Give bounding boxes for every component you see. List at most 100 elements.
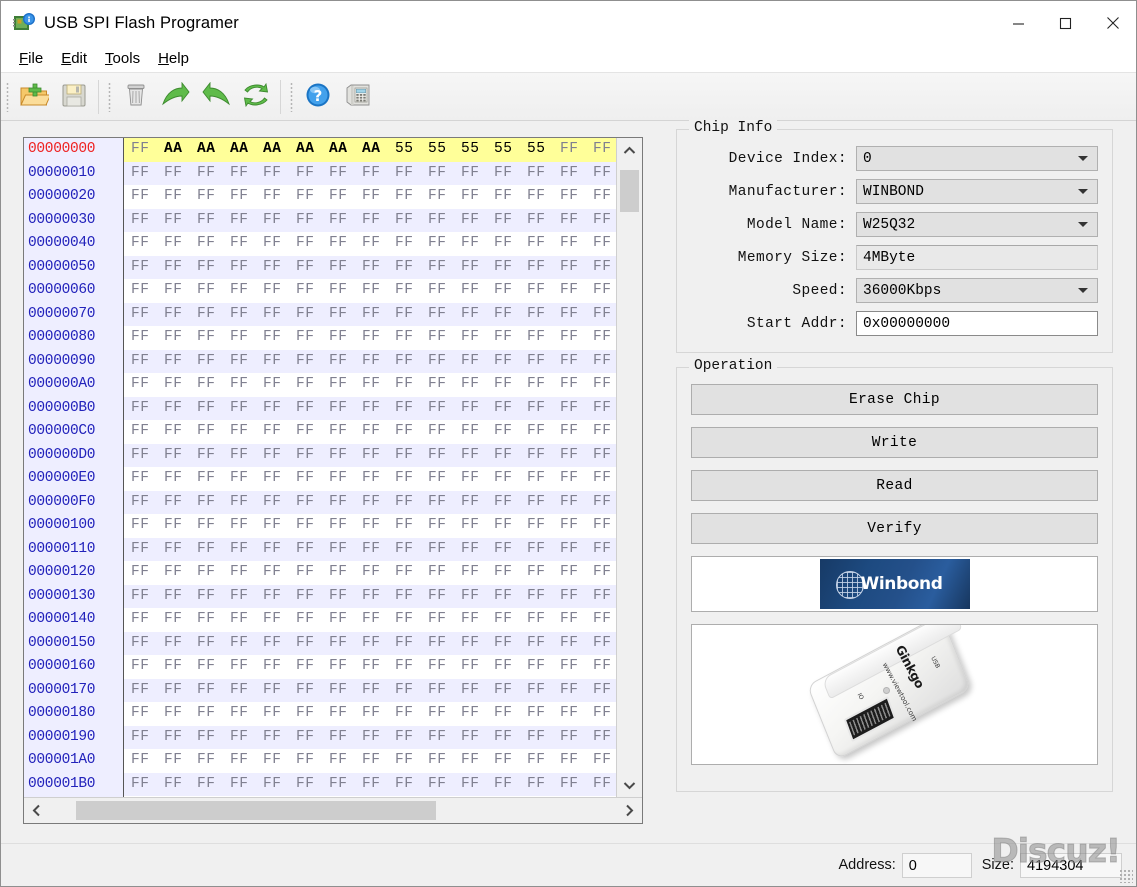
hex-byte[interactable]: FF <box>197 749 230 773</box>
hex-byte[interactable]: FF <box>329 420 362 444</box>
hex-byte[interactable]: FF <box>131 373 164 397</box>
hex-byte[interactable]: FF <box>197 608 230 632</box>
hex-byte[interactable]: FF <box>362 538 395 562</box>
hex-byte[interactable]: FF <box>164 491 197 515</box>
hex-byte[interactable]: FF <box>494 397 527 421</box>
hex-byte[interactable]: FF <box>593 326 616 350</box>
hex-byte[interactable]: FF <box>131 467 164 491</box>
hex-row-bytes[interactable]: FFFFFFFFFFFFFFFFFFFFFFFFFFFFFF <box>124 678 616 703</box>
hex-byte[interactable]: FF <box>428 585 461 609</box>
hex-byte[interactable]: FF <box>197 632 230 656</box>
hex-byte[interactable]: FF <box>527 420 560 444</box>
hex-byte[interactable]: FF <box>230 326 263 350</box>
hex-byte[interactable]: FF <box>527 585 560 609</box>
hex-byte[interactable]: FF <box>593 679 616 703</box>
hex-byte[interactable]: FF <box>395 162 428 186</box>
hex-byte[interactable]: FF <box>296 162 329 186</box>
hex-byte[interactable]: FF <box>329 749 362 773</box>
hex-byte[interactable]: FF <box>230 209 263 233</box>
hex-byte[interactable]: FF <box>527 796 560 797</box>
hex-row-bytes[interactable]: FFFFFFFFFFFFFFFFFFFFFFFFFFFFFF <box>124 772 616 797</box>
hex-byte[interactable]: FF <box>428 632 461 656</box>
scroll-right-icon[interactable] <box>617 798 642 823</box>
hex-byte[interactable]: 55 <box>395 138 428 162</box>
hex-row[interactable]: 000001A0 FF FF FF FF FF FF FF FF FF FF FF FF FF FF FF <box>24 749 616 773</box>
hex-row[interactable]: 000000B0 FF FF FF FF FF FF FF FF FF FF FF FF FF FF FF <box>24 396 616 421</box>
hex-byte[interactable]: FF <box>164 420 197 444</box>
hex-byte[interactable]: FF <box>395 796 428 797</box>
hex-byte[interactable]: FF <box>197 303 230 327</box>
hex-byte[interactable]: FF <box>527 491 560 515</box>
hex-byte[interactable]: FF <box>560 538 593 562</box>
hex-byte[interactable]: FF <box>428 420 461 444</box>
hex-byte[interactable]: FF <box>593 749 616 773</box>
hex-byte[interactable]: AA <box>164 138 197 162</box>
hex-byte[interactable]: FF <box>494 655 527 679</box>
hex-row-bytes[interactable]: FFFFFFFFFFFFFFFFFFFFFFFFFFFFFF <box>124 208 616 233</box>
hex-row-bytes[interactable]: FFFFFFFFFFFFFFFFFFFFFFFFFFFFFF <box>124 467 616 491</box>
hex-byte[interactable]: FF <box>494 185 527 209</box>
hex-byte[interactable]: FF <box>263 749 296 773</box>
hex-byte[interactable]: FF <box>197 209 230 233</box>
hex-byte[interactable]: FF <box>362 632 395 656</box>
hex-byte[interactable]: FF <box>329 209 362 233</box>
hex-byte[interactable]: FF <box>560 796 593 797</box>
hex-byte[interactable]: FF <box>263 303 296 327</box>
hex-byte[interactable]: FF <box>197 655 230 679</box>
hex-byte[interactable]: FF <box>296 702 329 726</box>
hex-byte[interactable]: FF <box>395 467 428 491</box>
hex-byte[interactable]: FF <box>560 209 593 233</box>
hex-row-bytes[interactable]: FFFFFFFFFFFFFFFFFFFFFFFFFFFFFF <box>124 255 616 279</box>
hex-byte[interactable]: FF <box>461 373 494 397</box>
hex-byte[interactable]: FF <box>428 279 461 303</box>
menu-item-tools[interactable]: Tools <box>96 48 149 69</box>
hex-byte[interactable]: FF <box>362 796 395 797</box>
hex-byte[interactable]: FF <box>131 185 164 209</box>
hex-byte[interactable]: FF <box>329 632 362 656</box>
hex-byte[interactable]: FF <box>593 397 616 421</box>
model-name-combo[interactable]: W25Q32 <box>856 212 1098 237</box>
hex-byte[interactable]: FF <box>461 444 494 468</box>
hex-byte[interactable]: FF <box>131 326 164 350</box>
hex-row[interactable]: 00000140 FF FF FF FF FF FF FF FF FF FF FF FF FF FF FF <box>24 608 616 632</box>
hex-byte[interactable]: FF <box>527 608 560 632</box>
hex-byte[interactable]: FF <box>593 185 616 209</box>
hex-byte[interactable]: FF <box>494 773 527 797</box>
resize-grip[interactable] <box>1119 869 1133 883</box>
hex-row[interactable]: 00000080 FF FF FF FF FF FF FF FF FF FF FF FF FF FF FF <box>24 326 616 350</box>
hex-byte[interactable]: FF <box>362 561 395 585</box>
hex-byte[interactable]: FF <box>329 585 362 609</box>
hex-byte[interactable]: FF <box>131 491 164 515</box>
hex-byte[interactable]: FF <box>296 326 329 350</box>
hex-byte[interactable]: FF <box>461 350 494 374</box>
hex-row-bytes[interactable]: FFFFFFFFFFFFFFFFFFFFFFFFFFFFFF <box>124 796 616 797</box>
hex-byte[interactable]: FF <box>131 655 164 679</box>
hex-byte[interactable]: FF <box>230 303 263 327</box>
hex-byte[interactable]: FF <box>197 538 230 562</box>
hex-byte[interactable]: FF <box>461 702 494 726</box>
hex-byte[interactable]: FF <box>131 397 164 421</box>
hex-byte[interactable]: FF <box>362 373 395 397</box>
hex-byte[interactable]: AA <box>362 138 395 162</box>
hex-byte[interactable]: FF <box>560 373 593 397</box>
hex-byte[interactable]: FF <box>395 561 428 585</box>
hex-byte[interactable]: FF <box>164 538 197 562</box>
hex-byte[interactable]: FF <box>329 162 362 186</box>
hex-byte[interactable]: FF <box>428 773 461 797</box>
hex-byte[interactable]: FF <box>131 538 164 562</box>
hex-byte[interactable]: FF <box>362 585 395 609</box>
hex-byte[interactable]: FF <box>593 608 616 632</box>
hex-byte[interactable]: FF <box>329 726 362 750</box>
hex-byte[interactable]: FF <box>362 679 395 703</box>
hex-byte[interactable]: FF <box>164 585 197 609</box>
hex-byte[interactable]: FF <box>131 232 164 256</box>
hex-row[interactable]: 000000E0 FF FF FF FF FF FF FF FF FF FF FF FF FF FF FF <box>24 467 616 491</box>
hex-byte[interactable]: FF <box>494 232 527 256</box>
hex-byte[interactable]: FF <box>329 796 362 797</box>
hex-byte[interactable]: FF <box>560 279 593 303</box>
hex-byte[interactable]: FF <box>494 279 527 303</box>
hex-byte[interactable]: FF <box>494 561 527 585</box>
hex-byte[interactable]: FF <box>263 585 296 609</box>
hex-byte[interactable]: FF <box>296 796 329 797</box>
hex-byte[interactable]: FF <box>593 491 616 515</box>
